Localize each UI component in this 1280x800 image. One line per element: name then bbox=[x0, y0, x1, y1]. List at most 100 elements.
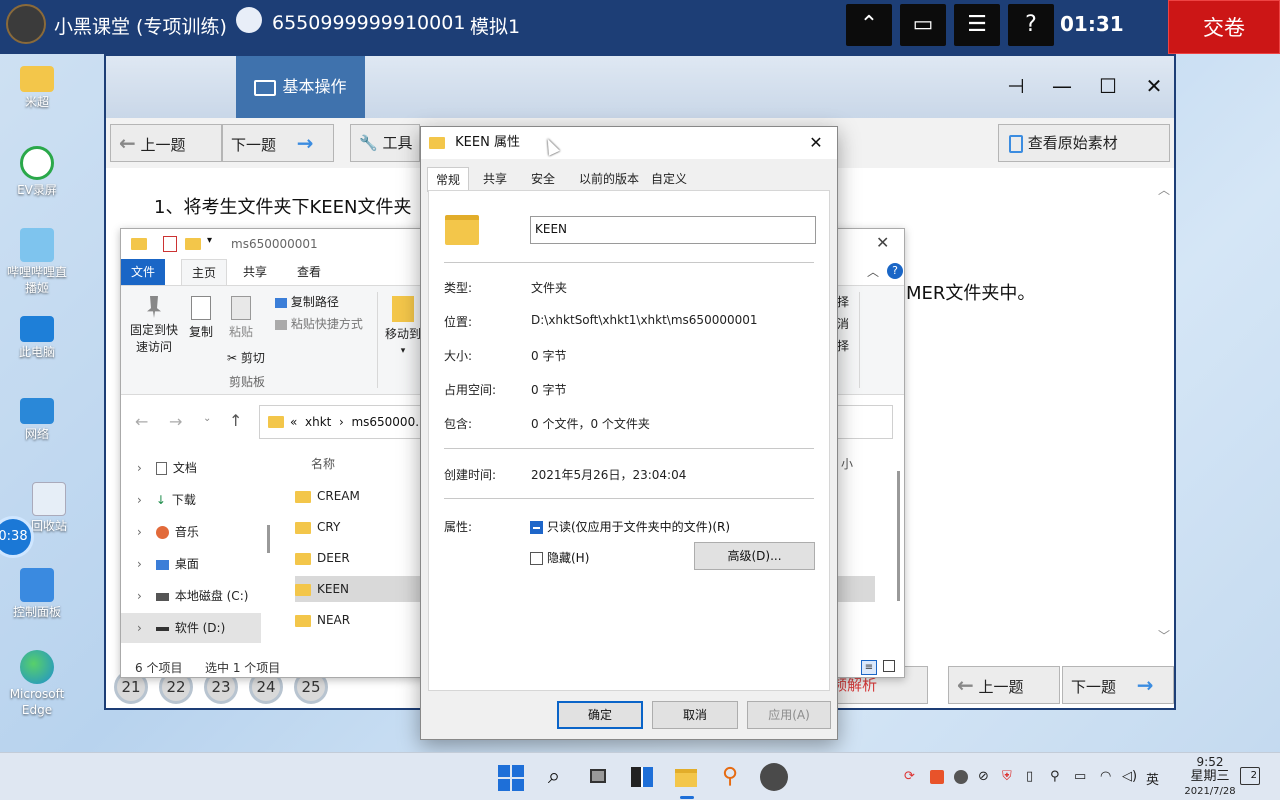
nav-item-downloads[interactable]: › ↓ 下载 bbox=[121, 485, 261, 515]
new-folder-icon[interactable] bbox=[185, 238, 201, 250]
desktop-icon-network[interactable]: 网络 bbox=[2, 398, 72, 442]
question-list-button[interactable]: ☰ bbox=[954, 4, 1000, 46]
bottom-prev-button[interactable]: ← 上一题 bbox=[948, 666, 1060, 704]
maximize-button[interactable]: ☐ bbox=[1088, 70, 1128, 102]
magnifier-app-icon[interactable]: ⚲ bbox=[716, 763, 744, 791]
bottom-next-button[interactable]: 下一题 → bbox=[1062, 666, 1174, 704]
collapse-button[interactable]: ⌃ bbox=[846, 4, 892, 46]
tray-app-icon-2[interactable] bbox=[930, 770, 944, 784]
label-location: 位置: bbox=[444, 315, 473, 329]
desktop-icon-ev[interactable]: EV录屏 bbox=[2, 146, 72, 198]
tray-usb-icon[interactable]: ▯ bbox=[1026, 769, 1033, 784]
desktop-icon-this-pc[interactable]: 此电脑 bbox=[2, 316, 72, 360]
xiaohei-app-icon[interactable] bbox=[760, 763, 788, 791]
task-view-icon[interactable] bbox=[584, 763, 612, 791]
help-icon[interactable]: ? bbox=[887, 263, 903, 279]
breadcrumb-xhkt[interactable]: xhkt bbox=[305, 415, 331, 429]
back-arrow-icon[interactable]: ← bbox=[135, 412, 148, 431]
view-original-material-button[interactable]: 查看原始素材 bbox=[998, 124, 1170, 162]
apply-button[interactable]: 应用(A) bbox=[747, 701, 831, 729]
input-language[interactable]: 英 bbox=[1146, 769, 1159, 788]
start-windows-icon[interactable] bbox=[496, 763, 524, 791]
advanced-button[interactable]: 高级(D)... bbox=[694, 542, 815, 570]
file-list-scrollbar[interactable] bbox=[897, 471, 900, 601]
submit-exam-button[interactable]: 交卷 bbox=[1168, 0, 1280, 54]
tray-security-icon[interactable]: ⛨ bbox=[1002, 769, 1012, 784]
cancel-button[interactable]: 取消 bbox=[652, 701, 738, 729]
close-icon[interactable]: ✕ bbox=[801, 127, 831, 159]
nav-item-music[interactable]: › 音乐 bbox=[121, 517, 261, 547]
paste-shortcut-button[interactable]: 粘贴快捷方式 bbox=[275, 316, 363, 333]
tray-avatar-icon[interactable] bbox=[954, 770, 968, 784]
window-button[interactable]: ▭ bbox=[900, 4, 946, 46]
copy-button[interactable]: 复制 bbox=[183, 296, 219, 341]
volume-icon[interactable]: ◁) bbox=[1122, 769, 1137, 784]
search-icon[interactable]: ⌕ bbox=[540, 763, 568, 791]
notification-icon[interactable]: 2 bbox=[1240, 767, 1260, 785]
copy-path-button[interactable]: 复制路径 bbox=[275, 294, 339, 311]
pin-quick-access-button[interactable]: 固定到快速访问 bbox=[127, 296, 181, 356]
tools-button[interactable]: 🔧 工具 bbox=[350, 124, 420, 162]
desktop-icon-edge[interactable]: Microsoft Edge bbox=[2, 650, 72, 718]
select-all-partial[interactable]: 择 bbox=[837, 294, 849, 311]
breadcrumb-overflow[interactable]: « bbox=[290, 415, 297, 429]
close-button[interactable]: ✕ bbox=[1134, 70, 1174, 102]
scroll-down-icon[interactable]: ﹀ bbox=[1158, 627, 1170, 644]
paste-button[interactable]: 粘贴 bbox=[223, 296, 259, 341]
next-question-button[interactable]: 下一题 → bbox=[222, 124, 334, 162]
nav-item-local-disk-c[interactable]: › 本地磁盘 (C:) bbox=[121, 581, 261, 611]
large-icons-view-icon[interactable] bbox=[883, 660, 895, 672]
collapse-ribbon-icon[interactable]: ︿ bbox=[867, 263, 879, 280]
readonly-checkbox[interactable]: 只读(仅应用于文件夹中的文件)(R) bbox=[530, 518, 730, 535]
ok-button[interactable]: 确定 bbox=[557, 701, 643, 729]
move-to-button[interactable]: 移动到 ▾ bbox=[383, 296, 423, 360]
close-icon[interactable]: ✕ bbox=[876, 233, 889, 252]
tab-general[interactable]: 常规 bbox=[427, 167, 470, 192]
nav-item-desktop[interactable]: › 桌面 bbox=[121, 549, 261, 579]
column-header-size[interactable]: 小 bbox=[841, 455, 853, 472]
column-header-name[interactable]: 名称 bbox=[311, 455, 335, 472]
hidden-checkbox[interactable]: 隐藏(H) bbox=[530, 549, 589, 566]
tab-home[interactable]: 主页 bbox=[181, 259, 228, 285]
tray-pin-icon[interactable]: ⚲ bbox=[1050, 769, 1060, 784]
widgets-icon[interactable] bbox=[628, 763, 656, 791]
nav-item-documents[interactable]: › 文档 bbox=[121, 453, 261, 483]
cut-button[interactable]: ✂ 剪切 bbox=[227, 350, 265, 367]
wifi-icon[interactable]: ◠ bbox=[1100, 769, 1111, 784]
desktop-icon-label: 回收站 bbox=[30, 519, 67, 533]
details-view-icon[interactable]: ≡ bbox=[861, 660, 877, 675]
tab-customize[interactable]: 自定义 bbox=[643, 167, 695, 191]
file-explorer-taskbar-icon[interactable] bbox=[672, 763, 700, 799]
breadcrumb-current[interactable]: ms650000... bbox=[351, 415, 426, 429]
recent-dropdown-icon[interactable]: ⌄ bbox=[203, 413, 211, 424]
invert-select-partial[interactable]: 择 bbox=[837, 338, 849, 355]
properties-check-icon[interactable] bbox=[163, 236, 177, 252]
desktop-icon-control-panel[interactable]: 控制面板 bbox=[2, 568, 72, 620]
minimize-button[interactable]: — bbox=[1042, 70, 1082, 102]
select-none-partial[interactable]: 消 bbox=[837, 316, 849, 333]
tab-sharing[interactable]: 共享 bbox=[475, 167, 515, 191]
help-button[interactable]: ? bbox=[1008, 4, 1054, 46]
tray-eye-off-icon[interactable]: ⊘ bbox=[978, 769, 989, 784]
desktop-icon-mi[interactable]: 米超 bbox=[2, 62, 72, 110]
tray-battery-icon[interactable]: ▭ bbox=[1074, 769, 1086, 784]
forward-arrow-icon[interactable]: → bbox=[169, 412, 182, 431]
tab-share[interactable]: 共享 bbox=[233, 259, 277, 285]
tab-file[interactable]: 文件 bbox=[121, 259, 166, 285]
tab-security[interactable]: 安全 bbox=[523, 167, 563, 191]
nav-scrollbar[interactable] bbox=[267, 525, 270, 553]
dropdown-icon[interactable]: ▾ bbox=[207, 235, 212, 246]
tab-previous-versions[interactable]: 以前的版本 bbox=[571, 167, 647, 191]
tab-basic-operation[interactable]: 基本操作 bbox=[236, 56, 365, 118]
pin-icon[interactable]: ⊣ bbox=[996, 70, 1036, 102]
folder-name-input[interactable]: KEEN bbox=[530, 216, 816, 244]
tray-app-icon[interactable]: ⟳ bbox=[904, 769, 915, 784]
network-icon bbox=[20, 398, 54, 424]
scroll-up-icon[interactable]: ︿ bbox=[1158, 181, 1170, 198]
nav-item-software-d[interactable]: › 软件 (D:) bbox=[121, 613, 261, 643]
prev-question-button[interactable]: ← 上一题 bbox=[110, 124, 222, 162]
clipboard-group-label: 剪贴板 bbox=[229, 375, 266, 389]
desktop-icon-bilibili[interactable]: 哔哩哔哩直播姬 bbox=[2, 228, 72, 296]
up-arrow-icon[interactable]: ↑ bbox=[229, 411, 242, 430]
tab-view[interactable]: 查看 bbox=[287, 259, 331, 285]
